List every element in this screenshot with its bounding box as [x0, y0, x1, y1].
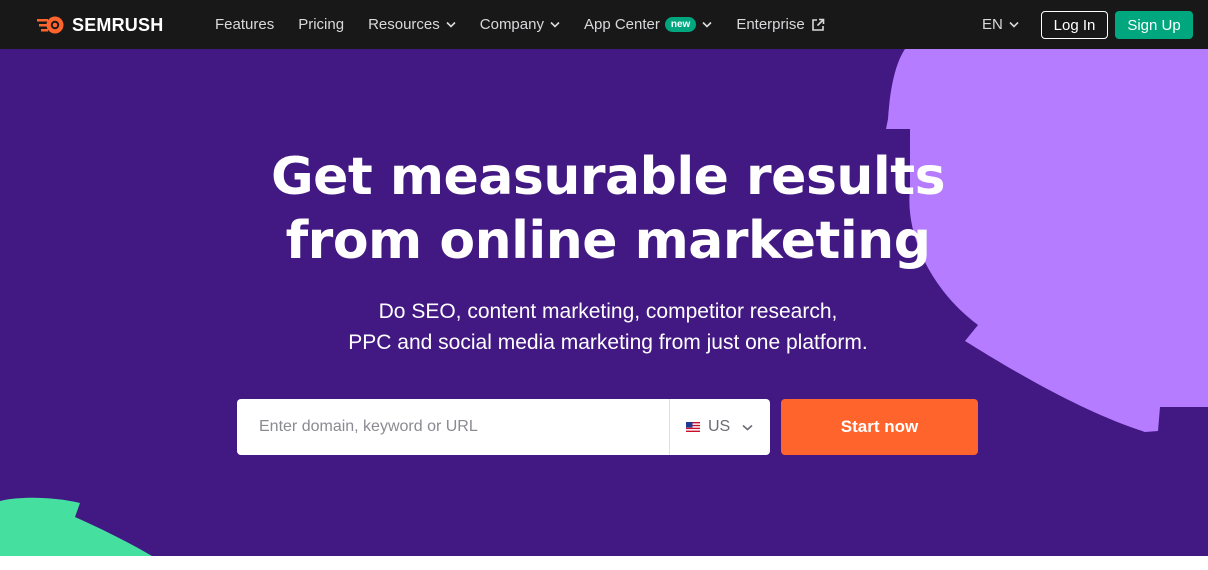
- semrush-fire-icon: [37, 16, 64, 34]
- nav-enterprise[interactable]: Enterprise: [736, 16, 824, 33]
- signup-button[interactable]: Sign Up: [1115, 11, 1193, 39]
- nav-company-label: Company: [479, 16, 544, 33]
- login-button[interactable]: Log In: [1041, 11, 1108, 39]
- language-selector[interactable]: EN: [982, 0, 1019, 49]
- subheadline-line-2: PPC and social media marketing from just…: [348, 331, 868, 354]
- hero-headline: Get measurable results from online marke…: [0, 145, 1208, 273]
- mint-blob-shape: [0, 497, 152, 556]
- external-link-icon: [811, 18, 825, 32]
- us-flag-icon: [686, 422, 700, 432]
- chevron-down-icon: [446, 21, 456, 28]
- semrush-logo[interactable]: SEMRUSH: [36, 14, 163, 36]
- hero-section: Get measurable results from online marke…: [0, 49, 1208, 556]
- nav-app-center-label: App Center: [583, 16, 660, 33]
- nav-app-center[interactable]: App Center new: [584, 16, 712, 33]
- country-selector[interactable]: US: [670, 399, 770, 455]
- nav-resources-label: Resources: [368, 16, 440, 33]
- search-form: US: [237, 399, 770, 455]
- brand-name: SEMRUSH: [72, 14, 164, 35]
- nav-enterprise-label: Enterprise: [736, 16, 805, 33]
- headline-line-1: Get measurable results: [270, 147, 946, 207]
- search-input[interactable]: [237, 399, 669, 455]
- country-code: US: [708, 418, 731, 435]
- language-label: EN: [982, 16, 1003, 33]
- new-badge: new: [664, 17, 697, 32]
- chevron-down-icon: [550, 21, 560, 28]
- headline-line-2: from online marketing: [285, 211, 931, 271]
- start-now-button[interactable]: Start now: [781, 399, 978, 455]
- chevron-down-icon: [1009, 21, 1019, 28]
- nav-resources[interactable]: Resources: [368, 16, 456, 33]
- chevron-down-icon: [702, 21, 712, 28]
- nav-features[interactable]: Features: [215, 16, 274, 33]
- nav-pricing[interactable]: Pricing: [298, 16, 344, 33]
- main-nav: Features Pricing Resources Company App C…: [215, 0, 849, 49]
- top-navbar: SEMRUSH Features Pricing Resources Compa…: [0, 0, 1208, 49]
- nav-company[interactable]: Company: [480, 16, 560, 33]
- nav-features-label: Features: [215, 16, 275, 33]
- chevron-down-icon: [742, 424, 753, 431]
- nav-pricing-label: Pricing: [298, 16, 345, 33]
- hero-subheadline: Do SEO, content marketing, competitor re…: [0, 296, 1208, 358]
- subheadline-line-1: Do SEO, content marketing, competitor re…: [378, 300, 838, 323]
